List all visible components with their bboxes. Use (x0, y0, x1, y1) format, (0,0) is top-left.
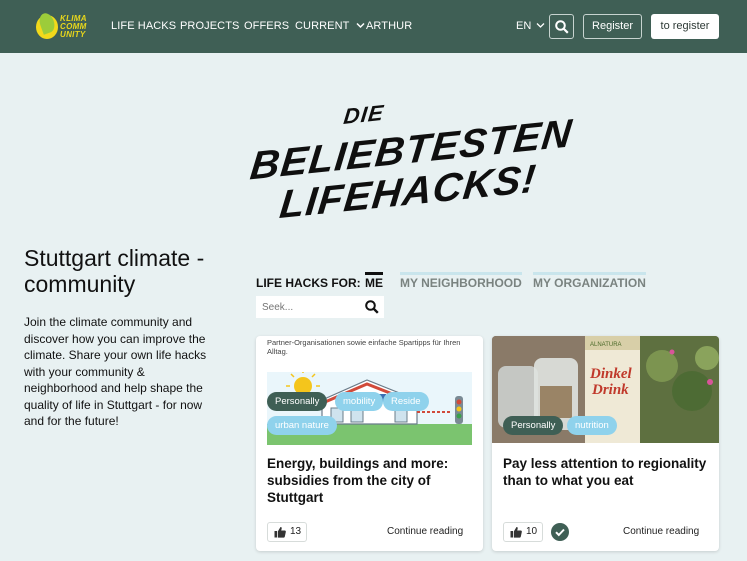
card-snippet: Partner-Organisationen sowie einfache Sp… (267, 338, 461, 356)
tag-personally[interactable]: Personally (267, 392, 328, 411)
tab-my-neighborhood[interactable]: MY NEIGHBORHOOD (400, 272, 522, 290)
lifehack-card[interactable]: ALNATURA Dinkel Drink Personally nutriti… (492, 336, 719, 551)
chevron-down-icon (536, 23, 545, 28)
tab-me[interactable]: ME (365, 272, 383, 290)
tag-mobility[interactable]: mobility (335, 392, 384, 411)
thumbs-up-icon (510, 527, 522, 538)
like-button[interactable]: 10 (503, 522, 543, 542)
tab-active-indicator (365, 272, 383, 275)
nav-current-label: CURRENT (295, 20, 350, 32)
top-navigation-bar: KLIMA COMM UNITY LIFE HACKS PROJECTS OFF… (0, 0, 747, 53)
tab-indicator (533, 272, 646, 275)
card-title[interactable]: Energy, buildings and more: subsidies fr… (267, 455, 472, 506)
like-count: 13 (290, 526, 302, 537)
photo-brand-label: ALNATURA (590, 342, 622, 348)
like-count: 10 (526, 526, 538, 537)
thumbs-up-icon (274, 527, 286, 538)
lifehack-card[interactable]: Partner-Organisationen sowie einfache Sp… (256, 336, 483, 551)
hero-heading-line1: DIE (342, 99, 386, 130)
intro-text: Join the climate community and discover … (24, 315, 207, 428)
logo-text: KLIMA COMM UNITY (60, 14, 87, 39)
card-title[interactable]: Pay less attention to regionality than t… (503, 455, 708, 489)
tag-nutrition[interactable]: nutrition (567, 416, 617, 435)
photo-product-label: Drink (591, 382, 629, 398)
nav-projects[interactable]: PROJECTS (180, 20, 239, 32)
chevron-down-icon (356, 22, 365, 29)
language-selector[interactable]: EN (516, 20, 545, 32)
tab-me-label: ME (365, 276, 383, 290)
register-button[interactable]: Register (583, 14, 642, 39)
tab-my-organization[interactable]: MY ORGANIZATION (533, 272, 646, 290)
photo-product-label: Dinkel (589, 366, 633, 382)
verified-check-badge (551, 523, 569, 541)
nav-current[interactable]: CURRENT (295, 20, 365, 32)
tag-personally[interactable]: Personally (503, 416, 564, 435)
tag-urban-nature[interactable]: urban nature (267, 416, 337, 435)
tab-indicator (400, 272, 522, 275)
continue-reading-link[interactable]: Continue reading (623, 526, 699, 537)
nav-life-hacks[interactable]: LIFE HACKS (111, 20, 176, 32)
to-register-button[interactable]: to register (651, 14, 719, 39)
search-icon[interactable] (365, 300, 379, 314)
klima-community-logo[interactable]: KLIMA COMM UNITY (36, 11, 92, 41)
language-label: EN (516, 20, 532, 32)
nav-offers[interactable]: OFFERS (244, 20, 289, 32)
like-button[interactable]: 13 (267, 522, 307, 542)
continue-reading-link[interactable]: Continue reading (387, 526, 463, 537)
tag-reside[interactable]: Reside (383, 392, 429, 411)
tab-my-neighborhood-label: MY NEIGHBORHOOD (400, 276, 522, 290)
header-search-button[interactable] (549, 14, 574, 39)
search-icon (555, 20, 569, 34)
check-icon (555, 528, 565, 537)
nav-arthur[interactable]: ARTHUR (366, 20, 412, 32)
life-hacks-for-label: LIFE HACKS FOR: (256, 276, 361, 290)
tab-my-organization-label: MY ORGANIZATION (533, 276, 646, 290)
page-title: Stuttgart climate - community (24, 245, 205, 297)
